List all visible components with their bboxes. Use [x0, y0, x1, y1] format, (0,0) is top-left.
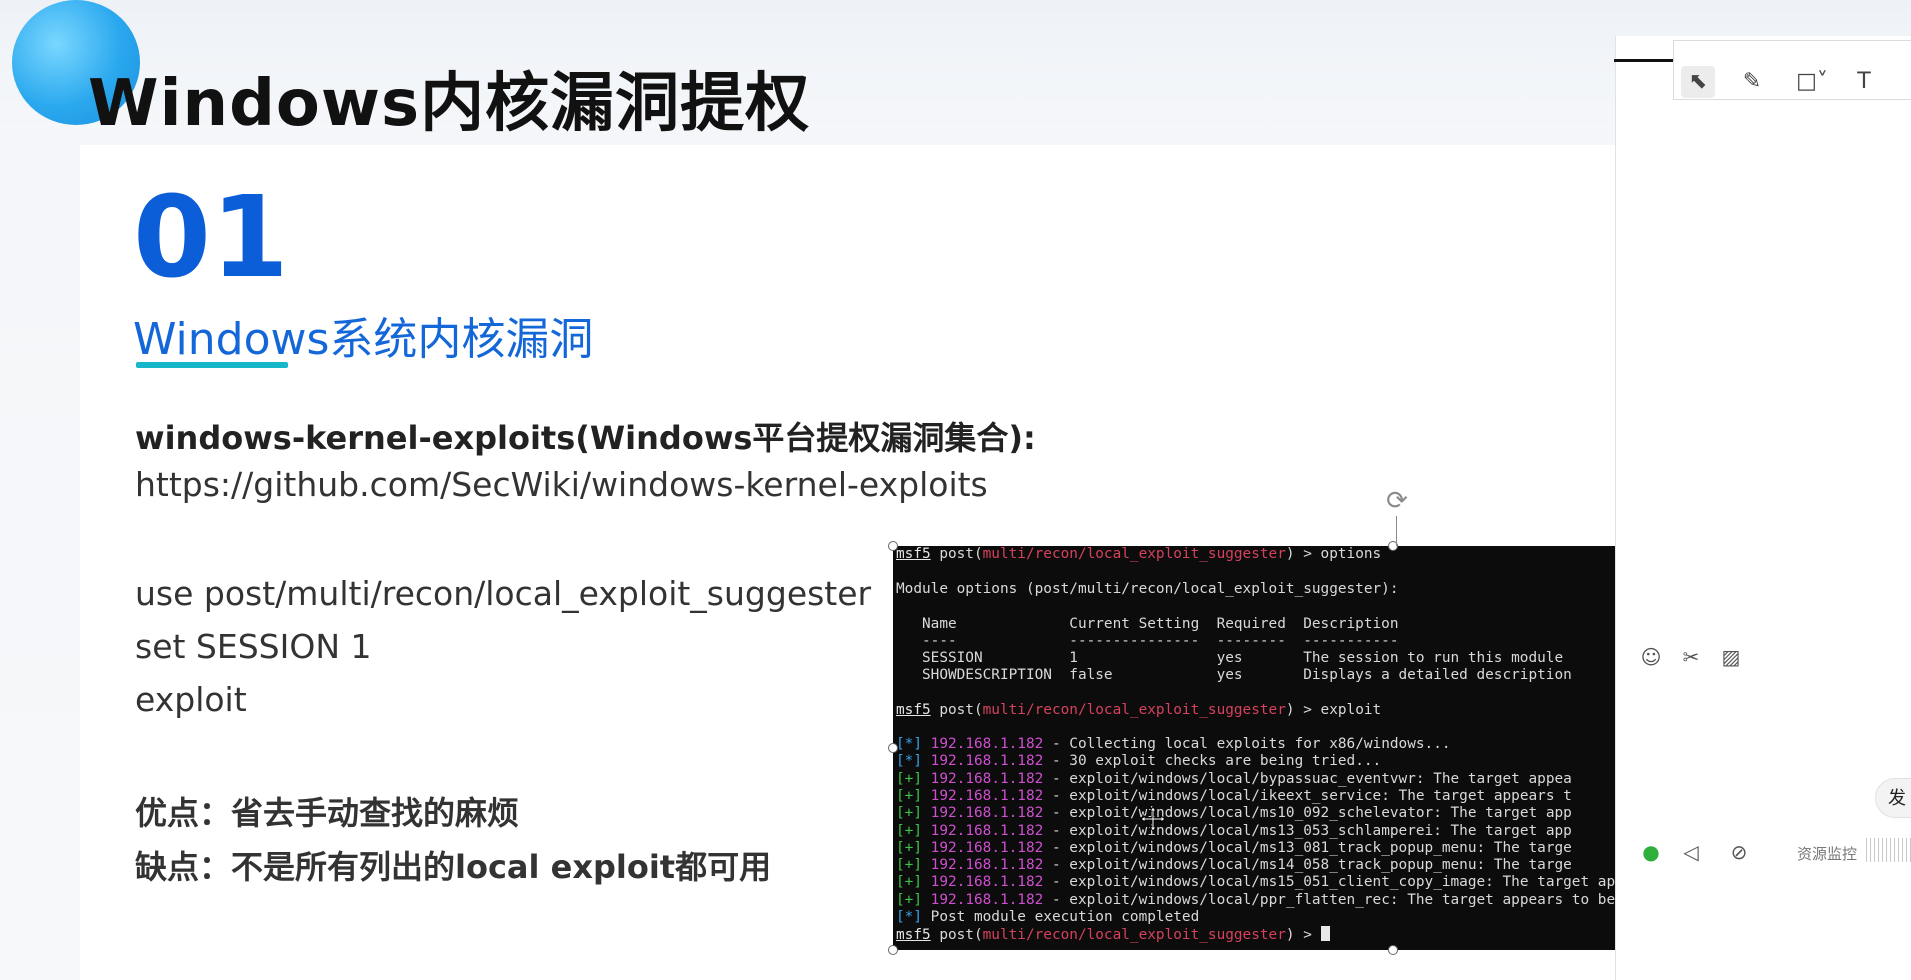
command-line: use post/multi/recon/local_exploit_sugge… — [135, 574, 872, 613]
section-number: 01 — [133, 173, 289, 303]
cons-text: 缺点：不是所有列出的local exploit都可用 — [135, 848, 772, 886]
terminal-prompt-line: msf5 post(multi/recon/local_exploit_sugg… — [896, 702, 1382, 718]
resource-monitor-label[interactable]: 资源监控 — [1797, 843, 1857, 864]
emoji-icon[interactable]: ☺ — [1637, 643, 1665, 671]
microphone-icon[interactable]: ● — [1637, 838, 1665, 866]
terminal-text-line: ---- --------------- -------- ----------… — [896, 633, 1399, 649]
terminal-text-line: SHOWDESCRIPTION false yes Displays a det… — [896, 667, 1572, 683]
terminal-text-line: Name Current Setting Required Descriptio… — [896, 616, 1399, 632]
terminal-text-line: Module options (post/multi/recon/local_e… — [896, 581, 1399, 597]
resource-title: windows-kernel-exploits(Windows平台提权漏洞集合)… — [135, 419, 1036, 457]
terminal-result-line: [+] 192.168.1.182 - exploit/windows/loca… — [896, 770, 1572, 787]
command-line: set SESSION 1 — [135, 627, 372, 666]
section-heading: Windows系统内核漏洞 — [133, 314, 594, 365]
select-tool-icon[interactable]: ⬉ — [1681, 66, 1715, 98]
terminal-result-line: [+] 192.168.1.182 - exploit/windows/loca… — [896, 891, 1720, 908]
pros-text: 优点：省去手动查找的麻烦 — [135, 794, 520, 832]
terminal-result-line: [+] 192.168.1.182 - exploit/windows/loca… — [896, 805, 1572, 822]
terminal-result-line: [+] 192.168.1.182 - exploit/windows/loca… — [896, 822, 1572, 839]
rotate-stem — [1396, 516, 1397, 546]
terminal-result-line: [+] 192.168.1.182 - exploit/windows/loca… — [896, 857, 1572, 874]
command-line: exploit — [135, 680, 247, 719]
scissors-icon[interactable]: ✂ — [1677, 643, 1705, 671]
move-cursor-icon — [1140, 806, 1166, 832]
resize-handle[interactable] — [888, 945, 898, 955]
send-button[interactable]: 发 — [1875, 778, 1911, 818]
resize-handle[interactable] — [888, 743, 898, 753]
terminal-prompt-line: msf5 post(multi/recon/local_exploit_sugg… — [896, 926, 1330, 943]
text-tool-icon[interactable]: T — [1847, 66, 1881, 98]
terminal-text-line: [*] Post module execution completed — [896, 909, 1200, 925]
speaker-icon[interactable]: ◁ — [1677, 838, 1705, 866]
terminal-result-line: [+] 192.168.1.182 - exploit/windows/loca… — [896, 787, 1572, 804]
toolbar-indicator — [1614, 59, 1676, 62]
image-icon[interactable]: ▨ — [1717, 643, 1745, 671]
terminal-cursor — [1320, 926, 1330, 941]
rectangle-tool-icon[interactable]: □˅ — [1790, 66, 1834, 98]
resource-url: https://github.com/SecWiki/windows-kerne… — [135, 465, 988, 504]
heading-underline — [136, 362, 288, 368]
rotate-handle-icon[interactable]: ⟳ — [1382, 486, 1412, 516]
terminal-result-line: [*] 192.168.1.182 - Collecting local exp… — [896, 736, 1451, 752]
terminal-text-line: SESSION 1 yes The session to run this mo… — [896, 650, 1564, 666]
resize-handle[interactable] — [888, 541, 898, 551]
terminal-result-line: [*] 192.168.1.182 - 30 exploit checks ar… — [896, 753, 1382, 770]
resize-handle[interactable] — [1388, 945, 1398, 955]
terminal-result-line: [+] 192.168.1.182 - exploit/windows/loca… — [896, 839, 1572, 856]
slide-title: Windows内核漏洞提权 — [88, 67, 811, 141]
terminal-prompt-line: msf5 post(multi/recon/local_exploit_sugg… — [896, 546, 1382, 562]
resource-graph — [1866, 838, 1911, 862]
mic-off-icon[interactable]: ⊘ — [1725, 838, 1753, 866]
pen-tool-icon[interactable]: ✎ — [1735, 66, 1769, 98]
